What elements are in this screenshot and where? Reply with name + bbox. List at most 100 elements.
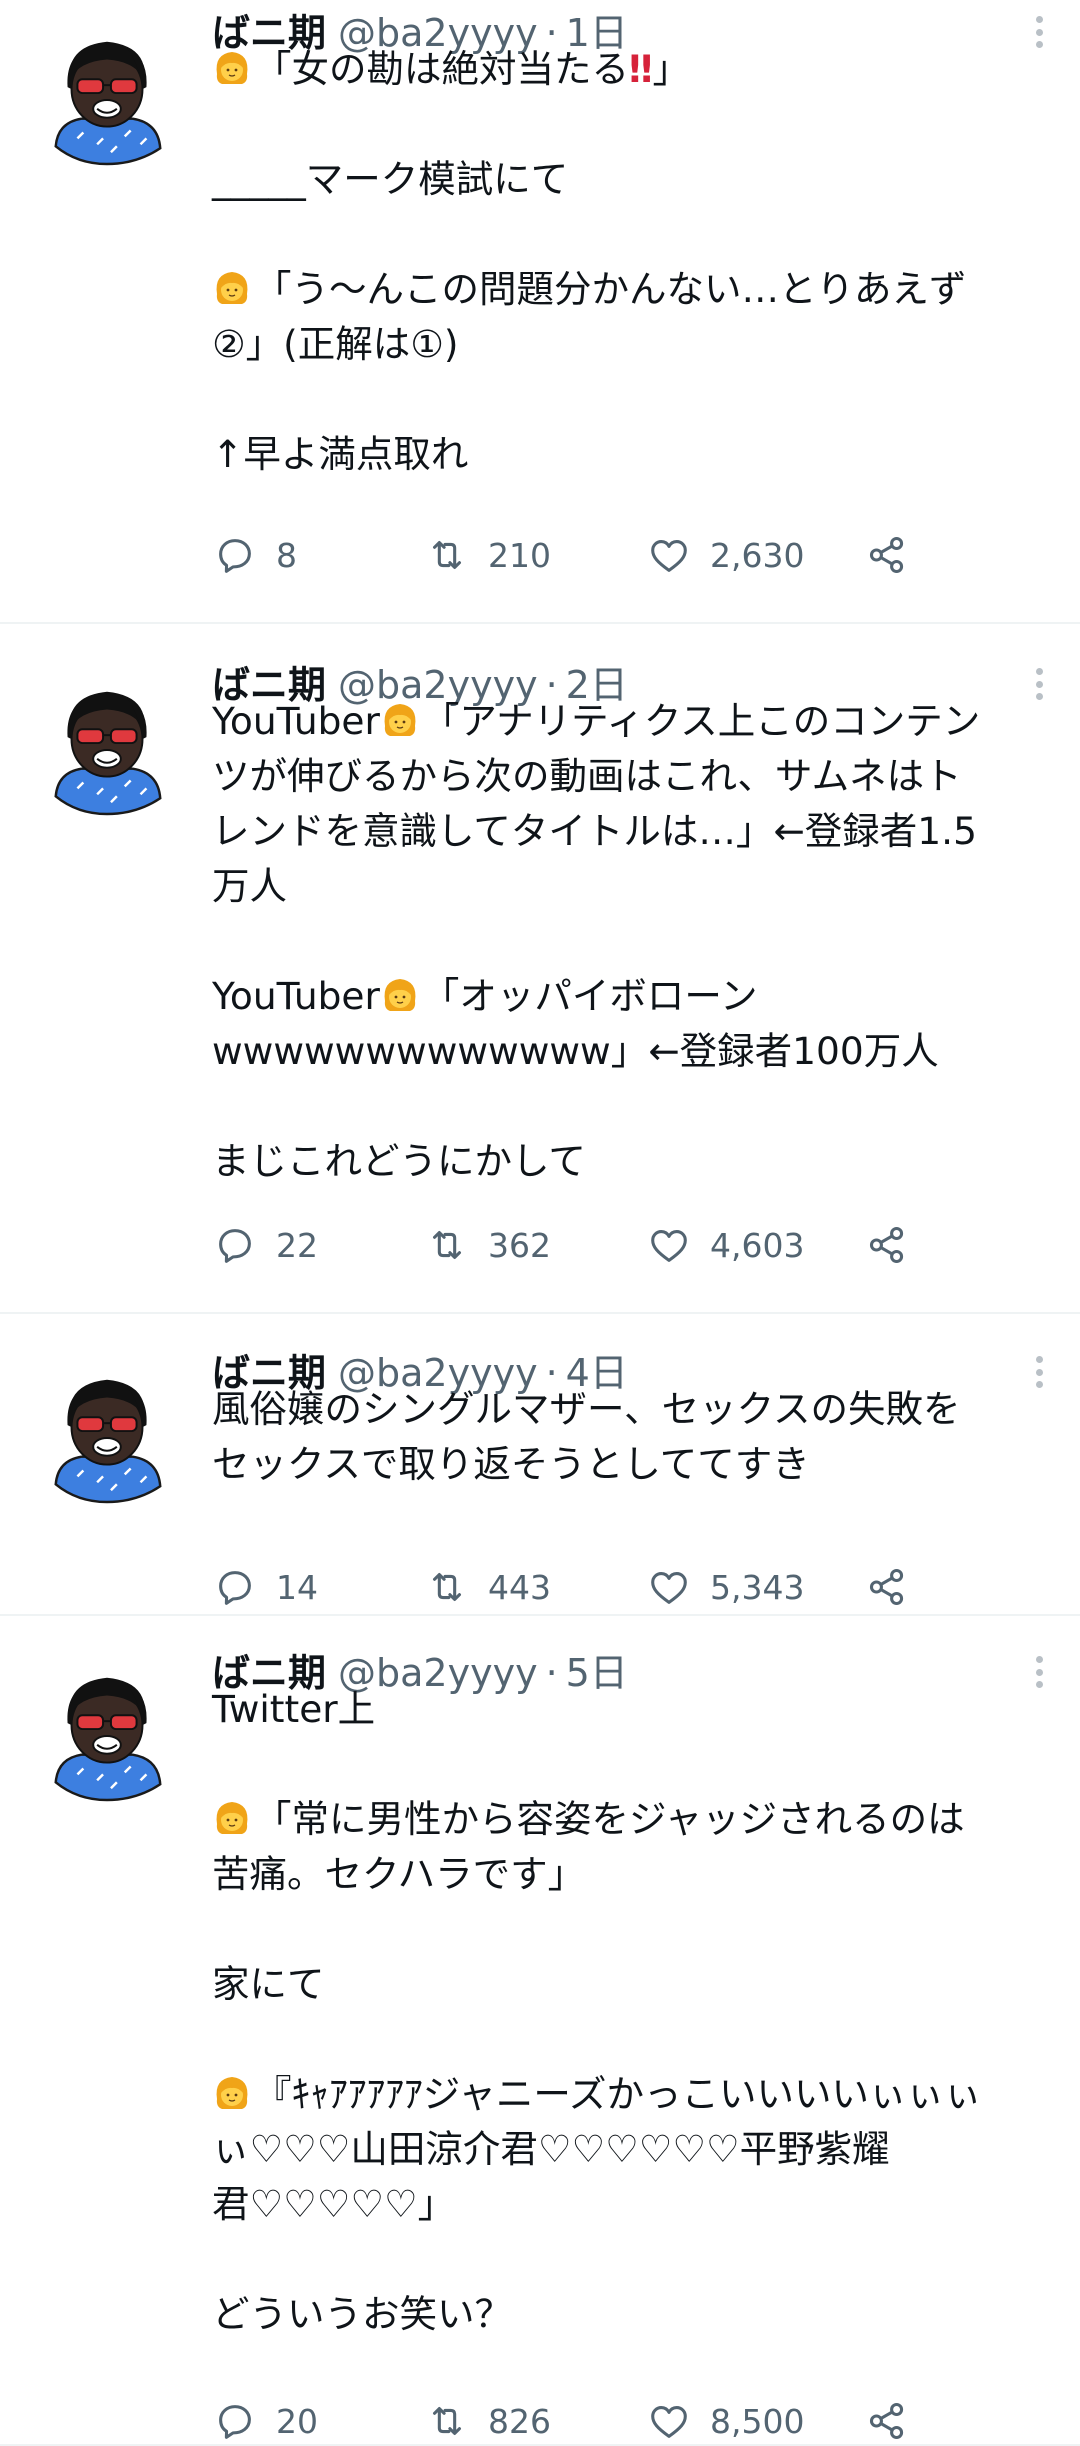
retweet-button[interactable]: 826 [424,2398,646,2444]
separator: · [545,1651,558,1695]
line-text: ↑早よ満点取れ [212,432,469,476]
text-line: 苦痛。セクハラです」 [212,1847,1050,1902]
tweet[interactable]: ばニ期 @ba2yyyy · 4日 風俗嬢のシングルマザー、セックスの失敗を セックスで取… [0,1316,1080,1616]
line-text: wwwwwwwwwwwww」←登録者100万人 [212,1029,939,1073]
retweet-count: 362 [488,1225,551,1265]
heart-icon [646,1564,692,1610]
line-text: 「オッパイボローン [421,974,758,1018]
text-line: ぃ♡♡♡山田涼介君♡♡♡♡♡♡平野紫耀 [212,2122,1050,2177]
like-count: 2,630 [710,535,805,575]
text-line: 「常に男性から容姿をジャッジされるのは [212,1792,1050,1847]
line-text: 家にて [212,1962,325,2006]
tweet[interactable]: ばニ期 @ba2yyyy · 2日 YouTuber 「アナリティクス上このコンテン ツが伸… [0,626,1080,1314]
reply-icon [212,1222,258,1268]
text-line: Twitter上 [212,1682,1050,1737]
line-prefix: YouTuber [212,699,380,743]
reply-button[interactable]: 14 [212,1564,424,1610]
tweet-actions: 8 210 2,630 [212,532,910,578]
reply-icon [212,1564,258,1610]
text-line: 「う～んこの問題分かんない…とりあえず [212,262,1050,317]
line-text: レンドを意識してタイトルは…」←登録者1.5 [212,809,977,853]
retweet-icon [424,2398,470,2444]
line-text: どういうお笑い？ [212,2292,512,2336]
tweet-text: Twitter上「常に男性から容姿をジャッジされるのは苦痛。セクハラです」 家にて… [212,1682,1050,2342]
avatar[interactable] [38,1366,176,1504]
avatar[interactable] [38,28,176,166]
tweet-text: 風俗嬢のシングルマザー、セックスの失敗をセックスで取り返そうとしててすき [212,1382,1050,1492]
share-icon [864,1564,910,1610]
line-text: 君♡♡♡♡♡」 [212,2182,456,2226]
retweet-count: 443 [488,1567,551,1607]
retweet-button[interactable]: 362 [424,1222,646,1268]
tweet-text: YouTuber 「アナリティクス上このコンテン ツが伸びるから次の動画はこれ、サム… [212,694,1050,1189]
share-icon [864,1222,910,1268]
reply-count: 8 [276,535,297,575]
reply-button[interactable]: 22 [212,1222,424,1268]
tweet-content: ばニ期 @ba2yyyy · 5日 Twitter上 「常に男性から容姿をジャッジされるの… [212,1642,1050,2342]
line-text: 『ｷｬｱｱｱｱｱジャニーズかっこいいいいぃぃぃ [254,2072,982,2116]
tweet-actions: 22 362 4,603 [212,1222,910,1268]
reply-count: 20 [276,2401,318,2441]
heart-icon [646,2398,692,2444]
line-text: 苦痛。セクハラです」 [212,1852,586,1896]
tweet-content: ばニ期 @ba2yyyy · 1日 「女の勘は絶対当たる‼」 _____マーク模試にて 「う… [212,2,1050,482]
like-button[interactable]: 5,343 [646,1564,864,1610]
woman-emoji-icon [380,700,420,740]
tweet[interactable]: ばニ期 @ba2yyyy · 5日 Twitter上 「常に男性から容姿をジャッジされるの… [0,1618,1080,2446]
avatar[interactable] [38,678,176,816]
woman-emoji-icon [212,268,252,308]
reply-count: 14 [276,1567,318,1607]
avatar[interactable] [38,1664,176,1802]
line-text: ぃ♡♡♡山田涼介君♡♡♡♡♡♡平野紫耀 [212,2127,890,2171]
retweet-icon [424,1222,470,1268]
line-text: _____マーク模試にて [212,157,569,201]
tweet[interactable]: ばニ期 @ba2yyyy · 1日 「女の勘は絶対当たる‼」 _____マーク模試にて 「う… [0,0,1080,624]
share-button[interactable] [864,2398,910,2444]
heart-icon [646,1222,692,1268]
tweet-actions: 20 826 8,500 [212,2398,910,2444]
tweet-text: 「女の勘は絶対当たる‼」 _____マーク模試にて「う～んこの問題分かんない…とり… [212,42,1050,482]
reply-count: 22 [276,1225,318,1265]
line-text-after: 」 [652,47,691,91]
retweet-icon [424,532,470,578]
text-line: レンドを意識してタイトルは…」←登録者1.5 [212,804,1050,859]
line-text: 「う～んこの問題分かんない…とりあえず [254,267,967,311]
retweet-button[interactable]: 443 [424,1564,646,1610]
text-line: セックスで取り返そうとしててすき [212,1437,1050,1492]
text-line: 「女の勘は絶対当たる‼」 [212,42,1050,97]
text-line: 『ｷｬｱｱｱｱｱジャニーズかっこいいいいぃぃぃ [212,2067,1050,2122]
line-text: 「女の勘は絶対当たる [254,47,629,91]
like-button[interactable]: 8,500 [646,2398,864,2444]
like-button[interactable]: 2,630 [646,532,864,578]
tweet-content: ばニ期 @ba2yyyy · 2日 YouTuber 「アナリティクス上このコンテン ツが伸… [212,654,1050,1189]
like-count: 8,500 [710,2401,805,2441]
woman-emoji-icon [380,975,420,1015]
share-button[interactable] [864,532,910,578]
line-text: 風俗嬢のシングルマザー、セックスの失敗を [212,1387,961,1431]
tweet-content: ばニ期 @ba2yyyy · 4日 風俗嬢のシングルマザー、セックスの失敗を セックスで取… [212,1342,1050,1492]
text-line: 風俗嬢のシングルマザー、セックスの失敗を [212,1382,1050,1437]
line-text: ツが伸びるから次の動画はこれ、サムネはト [212,754,962,798]
reply-button[interactable]: 8 [212,532,424,578]
text-line: 家にて [212,1957,1050,2012]
reply-icon [212,532,258,578]
line-text: 「常に男性から容姿をジャッジされるのは [254,1797,965,1841]
share-button[interactable] [864,1564,910,1610]
like-count: 4,603 [710,1225,805,1265]
like-count: 5,343 [710,1567,805,1607]
text-line: 君♡♡♡♡♡」 [212,2177,1050,2232]
like-button[interactable]: 4,603 [646,1222,864,1268]
retweet-icon [424,1564,470,1610]
line-prefix: YouTuber [212,974,380,1018]
share-button[interactable] [864,1222,910,1268]
timestamp[interactable]: 5日 [566,1642,628,1697]
retweet-button[interactable]: 210 [424,532,646,578]
text-line: _____マーク模試にて [212,152,1050,207]
reply-button[interactable]: 20 [212,2398,424,2444]
